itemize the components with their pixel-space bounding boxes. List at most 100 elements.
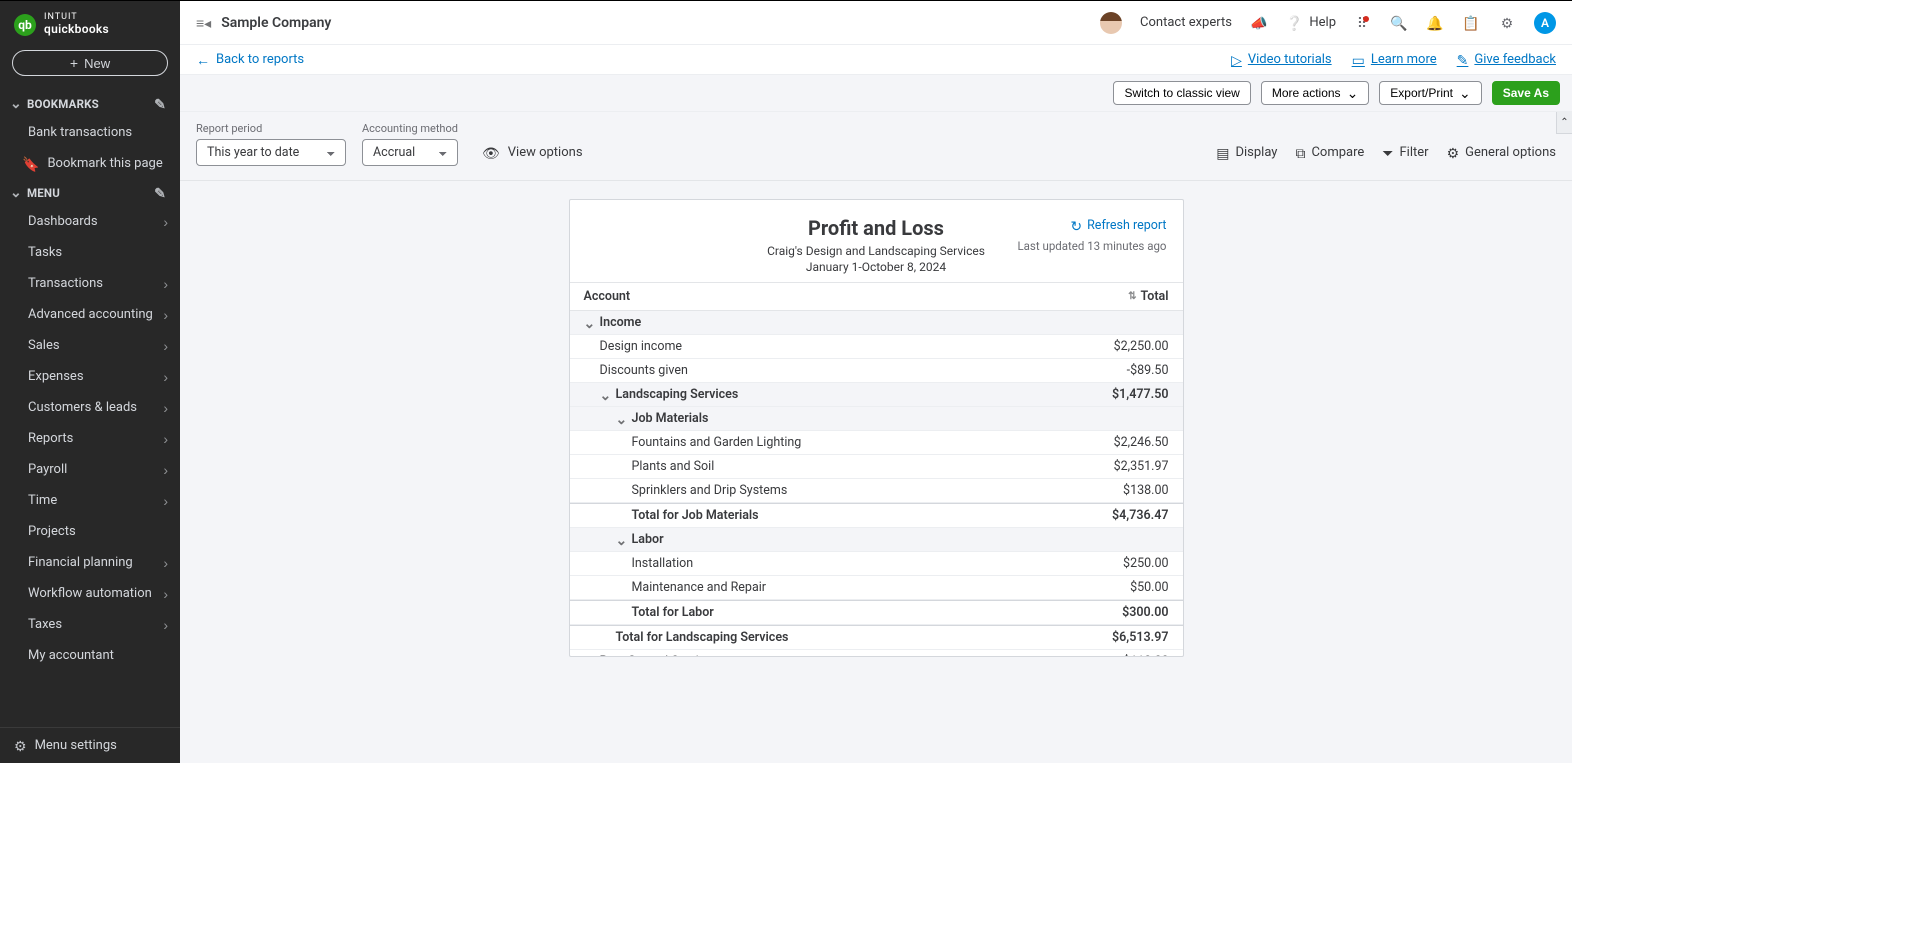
sort-icon[interactable]: ⇅ (1128, 292, 1136, 302)
chevron-right-icon: › (163, 432, 168, 446)
sidebar-item[interactable]: Advanced accounting› (0, 299, 180, 330)
chevron-down-icon[interactable]: ⌄ (600, 388, 612, 402)
table-row[interactable]: ⌄Job Materials (570, 407, 1183, 431)
chevron-down-icon[interactable]: ⌄ (616, 412, 628, 426)
give-feedback-link[interactable]: ✎Give feedback (1457, 52, 1556, 67)
sliders-icon: ⚙ (1447, 146, 1460, 160)
chevron-right-icon: › (163, 463, 168, 477)
table-row[interactable]: Fountains and Garden Lighting$2,246.50 (570, 431, 1183, 455)
compare-option[interactable]: ⧉Compare (1295, 145, 1364, 160)
switch-classic-button[interactable]: Switch to classic view (1113, 81, 1250, 105)
row-label: Discounts given (584, 363, 1089, 378)
sidebar-item[interactable]: Reports› (0, 423, 180, 454)
table-row[interactable]: Total for Landscaping Services$6,513.97 (570, 625, 1183, 650)
table-row[interactable]: Installation$250.00 (570, 552, 1183, 576)
learn-more-link[interactable]: ▭Learn more (1352, 52, 1437, 67)
pencil-icon[interactable]: ✎ (154, 97, 166, 111)
row-value: $300.00 (1089, 605, 1169, 620)
menu-settings[interactable]: ⚙ Menu settings (0, 727, 180, 763)
sidebar-item[interactable]: Expenses› (0, 361, 180, 392)
sidebar-item[interactable]: Time› (0, 485, 180, 516)
col-account[interactable]: Account (584, 289, 1129, 304)
sidebar-item[interactable]: Transactions› (0, 268, 180, 299)
table-row[interactable]: Maintenance and Repair$50.00 (570, 576, 1183, 600)
sidebar-item[interactable]: Payroll› (0, 454, 180, 485)
view-options[interactable]: 👁 View options (482, 145, 583, 166)
row-label: ⌄Landscaping Services (584, 387, 1089, 402)
sidebar-item[interactable]: Tasks (0, 237, 180, 268)
row-value: $2,246.50 (1089, 435, 1169, 450)
section-bookmarks[interactable]: ⌄ BOOKMARKS ✎ (0, 90, 180, 117)
table-row[interactable]: ⌄Landscaping Services$1,477.50 (570, 383, 1183, 407)
table-row[interactable]: ⌄Labor (570, 528, 1183, 552)
sidebar-item[interactable]: Projects (0, 516, 180, 547)
sidebar-item[interactable]: Taxes› (0, 609, 180, 640)
settings-icon[interactable]: ⚙ (1498, 14, 1516, 32)
filter-option[interactable]: ⏷Filter (1382, 145, 1428, 160)
sidebar-item[interactable]: Financial planning› (0, 547, 180, 578)
compare-icon: ⧉ (1295, 146, 1305, 160)
table-row[interactable]: Total for Labor$300.00 (570, 600, 1183, 625)
chevron-down-icon[interactable]: ⌄ (584, 316, 596, 330)
sidebar-item[interactable]: My accountant (0, 640, 180, 671)
report-period-select[interactable]: This year to date (196, 139, 346, 166)
row-value: $110.00 (1089, 654, 1169, 656)
new-button[interactable]: + New (12, 50, 168, 76)
chevron-down-icon[interactable]: ⌄ (616, 533, 628, 547)
table-row[interactable]: Sprinklers and Drip Systems$138.00 (570, 479, 1183, 503)
pencil-icon[interactable]: ✎ (154, 186, 166, 200)
subbar: ← Back to reports ▷Video tutorials ▭Lear… (180, 45, 1572, 75)
bookmark-this-page[interactable]: 🔖 Bookmark this page (0, 148, 180, 179)
help-icon: ❔ (1286, 16, 1303, 30)
table-row[interactable]: Total for Job Materials$4,736.47 (570, 503, 1183, 528)
row-label: Design income (584, 339, 1089, 354)
back-to-reports[interactable]: ← Back to reports (196, 52, 304, 67)
table-row[interactable]: ⌄Income (570, 311, 1183, 335)
sidebar: qb INTUIT quickbooks + New ⌄ BOOKMARKS ✎… (0, 1, 180, 763)
apps-icon[interactable]: ⠿ (1354, 14, 1372, 32)
row-value: $6,513.97 (1089, 630, 1169, 645)
topbar: ≡◂ Sample Company Contact experts 📣 ❔ He… (180, 1, 1572, 45)
table-row[interactable]: Pest Control Services$110.00 (570, 650, 1183, 656)
row-label: Total for Job Materials (584, 508, 1089, 523)
sidebar-item[interactable]: Dashboards› (0, 206, 180, 237)
logo-icon: qb (14, 14, 36, 36)
more-actions-button[interactable]: More actions⌄ (1261, 81, 1369, 105)
logo[interactable]: qb INTUIT quickbooks (0, 1, 180, 46)
table-row[interactable]: Discounts given-$89.50 (570, 359, 1183, 383)
user-avatar[interactable]: A (1534, 12, 1556, 34)
row-label: Maintenance and Repair (584, 580, 1089, 595)
col-total[interactable]: ⇅ Total (1128, 289, 1168, 304)
sidebar-item[interactable]: Workflow automation› (0, 578, 180, 609)
contact-experts[interactable]: Contact experts (1140, 15, 1232, 30)
sidebar-item[interactable]: Sales› (0, 330, 180, 361)
accounting-method-select[interactable]: Accrual (362, 139, 458, 166)
row-label: ⌄Job Materials (584, 411, 1089, 426)
table-body: ⌄IncomeDesign income$2,250.00Discounts g… (570, 311, 1183, 656)
row-label: Total for Labor (584, 605, 1089, 620)
table-row[interactable]: Design income$2,250.00 (570, 335, 1183, 359)
video-tutorials-link[interactable]: ▷Video tutorials (1231, 52, 1332, 67)
sidebar-bookmark[interactable]: Bank transactions (0, 117, 180, 148)
clipboard-icon[interactable]: 📋 (1462, 14, 1480, 32)
book-icon: ▭ (1352, 53, 1365, 67)
row-label: ⌄Income (584, 315, 1089, 330)
bell-icon[interactable]: 🔔 (1426, 14, 1444, 32)
export-print-button[interactable]: Export/Print⌄ (1379, 81, 1481, 105)
report-area: Report period This year to date Accounti… (180, 112, 1572, 763)
search-icon[interactable]: 🔍 (1390, 14, 1408, 32)
table-row[interactable]: Plants and Soil$2,351.97 (570, 455, 1183, 479)
general-options[interactable]: ⚙General options (1447, 145, 1556, 160)
collapse-controls-tab[interactable]: ⌃ (1556, 112, 1572, 134)
refresh-report-link[interactable]: ↻ Refresh report (1070, 218, 1166, 233)
row-label: Total for Landscaping Services (584, 630, 1089, 645)
announcement-icon[interactable]: 📣 (1250, 14, 1268, 32)
feedback-icon: ✎ (1457, 53, 1469, 67)
chevron-right-icon: › (163, 494, 168, 508)
save-as-button[interactable]: Save As (1492, 81, 1560, 105)
sidebar-item[interactable]: Customers & leads› (0, 392, 180, 423)
display-option[interactable]: ▤Display (1216, 145, 1277, 160)
help-link[interactable]: ❔ Help (1286, 15, 1336, 30)
section-menu[interactable]: ⌄ MENU ✎ (0, 179, 180, 206)
sidebar-toggle-icon[interactable]: ≡◂ (196, 16, 211, 30)
